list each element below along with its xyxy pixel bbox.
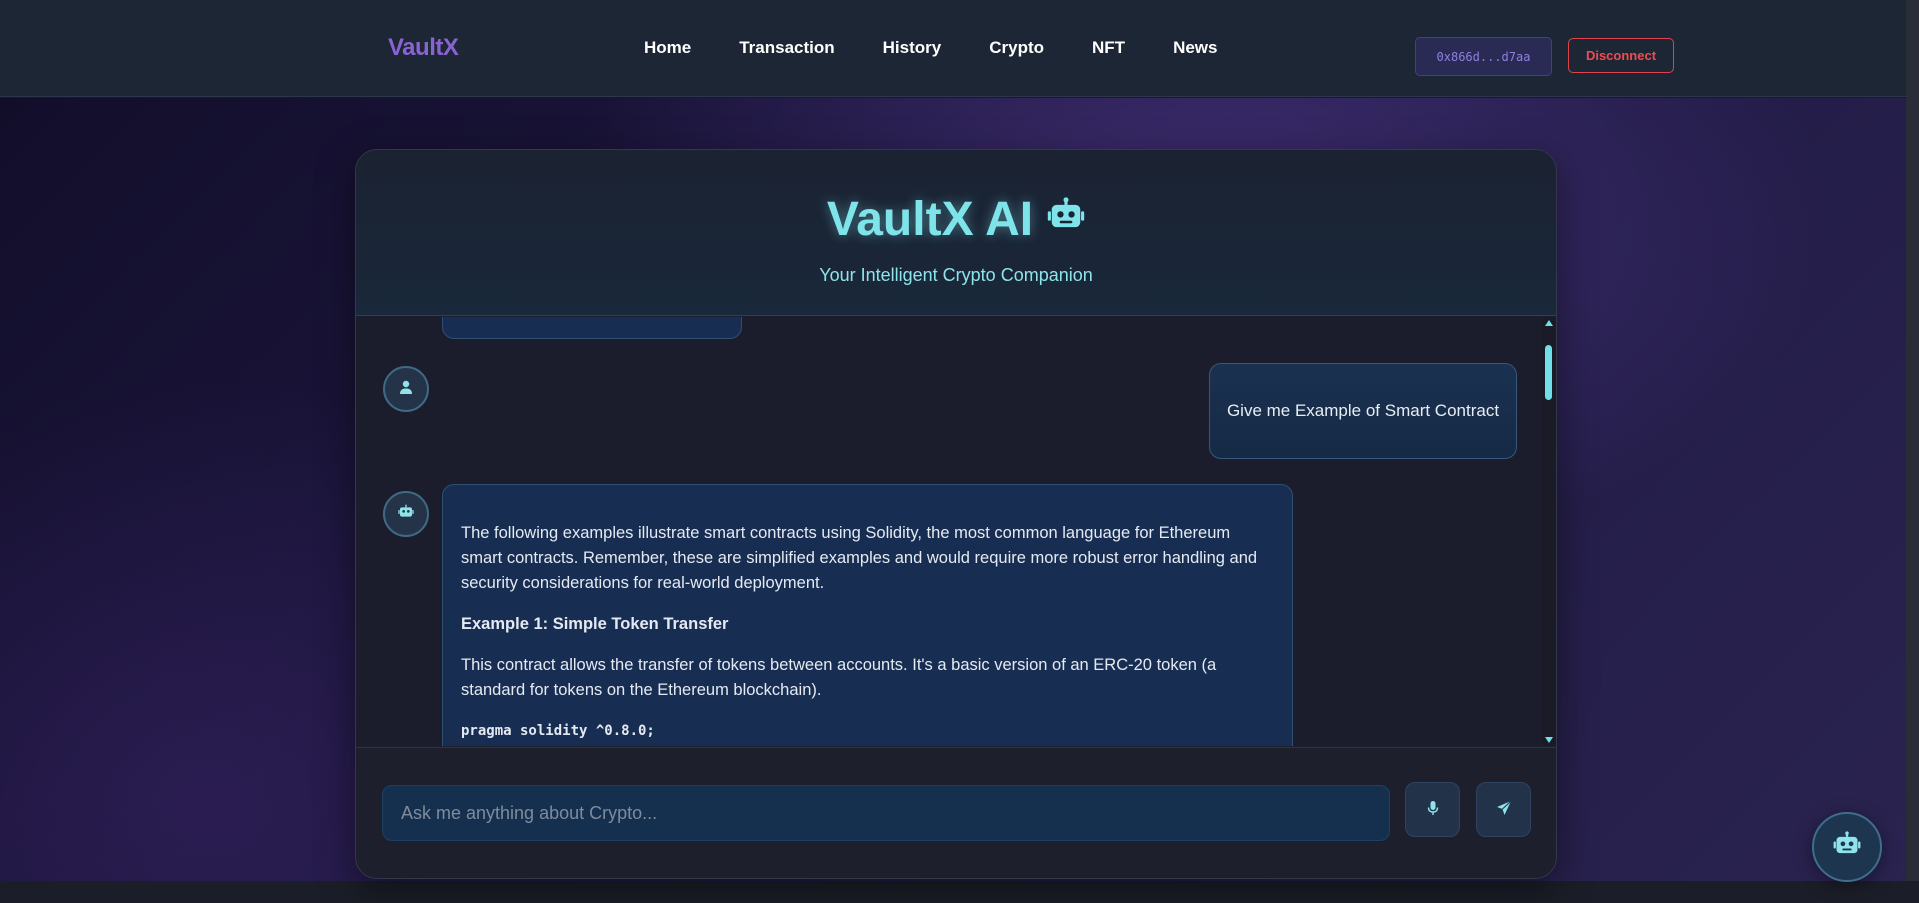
message-list[interactable]: Give me Example of Smart Contract The fo… xyxy=(356,317,1542,746)
nav-link-news[interactable]: News xyxy=(1173,38,1217,58)
scrollbar-thumb[interactable] xyxy=(1545,345,1552,400)
wallet-address-badge[interactable]: 0x866d...d7aa xyxy=(1415,37,1552,76)
chat-panel: VaultX AI Your Intelligent Crypto Compan… xyxy=(355,149,1557,879)
scroll-down-arrow-icon[interactable] xyxy=(1545,737,1553,743)
robot-icon xyxy=(1047,192,1085,247)
chat-title: VaultX AI xyxy=(826,193,1034,246)
floating-assistant-button[interactable] xyxy=(1812,812,1882,882)
previous-bot-bubble xyxy=(442,317,742,339)
bot-message-body: This contract allows the transfer of tok… xyxy=(461,656,1217,699)
bot-avatar xyxy=(383,491,429,537)
code-block: pragma solidity ^0.8.0; xyxy=(461,723,655,739)
nav-link-nft[interactable]: NFT xyxy=(1092,38,1125,58)
nav-link-transaction[interactable]: Transaction xyxy=(739,38,834,58)
nav-link-home[interactable]: Home xyxy=(644,38,691,58)
chat-input[interactable] xyxy=(382,785,1390,841)
microphone-button[interactable] xyxy=(1405,782,1460,837)
send-icon xyxy=(1496,800,1512,819)
nav-link-crypto[interactable]: Crypto xyxy=(989,38,1044,58)
bot-message-heading: Example 1: Simple Token Transfer xyxy=(461,615,729,633)
chat-header: VaultX AI Your Intelligent Crypto Compan… xyxy=(356,150,1556,316)
top-navbar: VaultX Home Transaction History Crypto N… xyxy=(0,0,1919,97)
user-icon xyxy=(398,379,414,400)
chat-input-area xyxy=(356,747,1556,878)
chat-subtitle: Your Intelligent Crypto Companion xyxy=(819,265,1093,285)
user-message-bubble: Give me Example of Smart Contract xyxy=(1209,363,1517,459)
user-avatar xyxy=(383,366,429,412)
page-scrollbar[interactable] xyxy=(1906,0,1919,881)
robot-icon xyxy=(398,504,414,525)
nav-link-history[interactable]: History xyxy=(883,38,942,58)
send-button[interactable] xyxy=(1476,782,1531,837)
microphone-icon xyxy=(1426,800,1440,819)
chat-title-row: VaultX AI xyxy=(356,192,1556,247)
scroll-up-arrow-icon[interactable] xyxy=(1545,320,1553,326)
bot-message-intro: The following examples illustrate smart … xyxy=(461,524,1258,592)
nav-links: Home Transaction History Crypto NFT News xyxy=(644,38,1265,58)
message-scrollbar[interactable] xyxy=(1542,317,1556,746)
brand-logo[interactable]: VaultX xyxy=(388,34,459,62)
bottom-strip xyxy=(0,881,1919,903)
bot-message-bubble: The following examples illustrate smart … xyxy=(442,484,1293,746)
robot-icon xyxy=(1833,830,1861,864)
disconnect-button[interactable]: Disconnect xyxy=(1568,38,1674,73)
